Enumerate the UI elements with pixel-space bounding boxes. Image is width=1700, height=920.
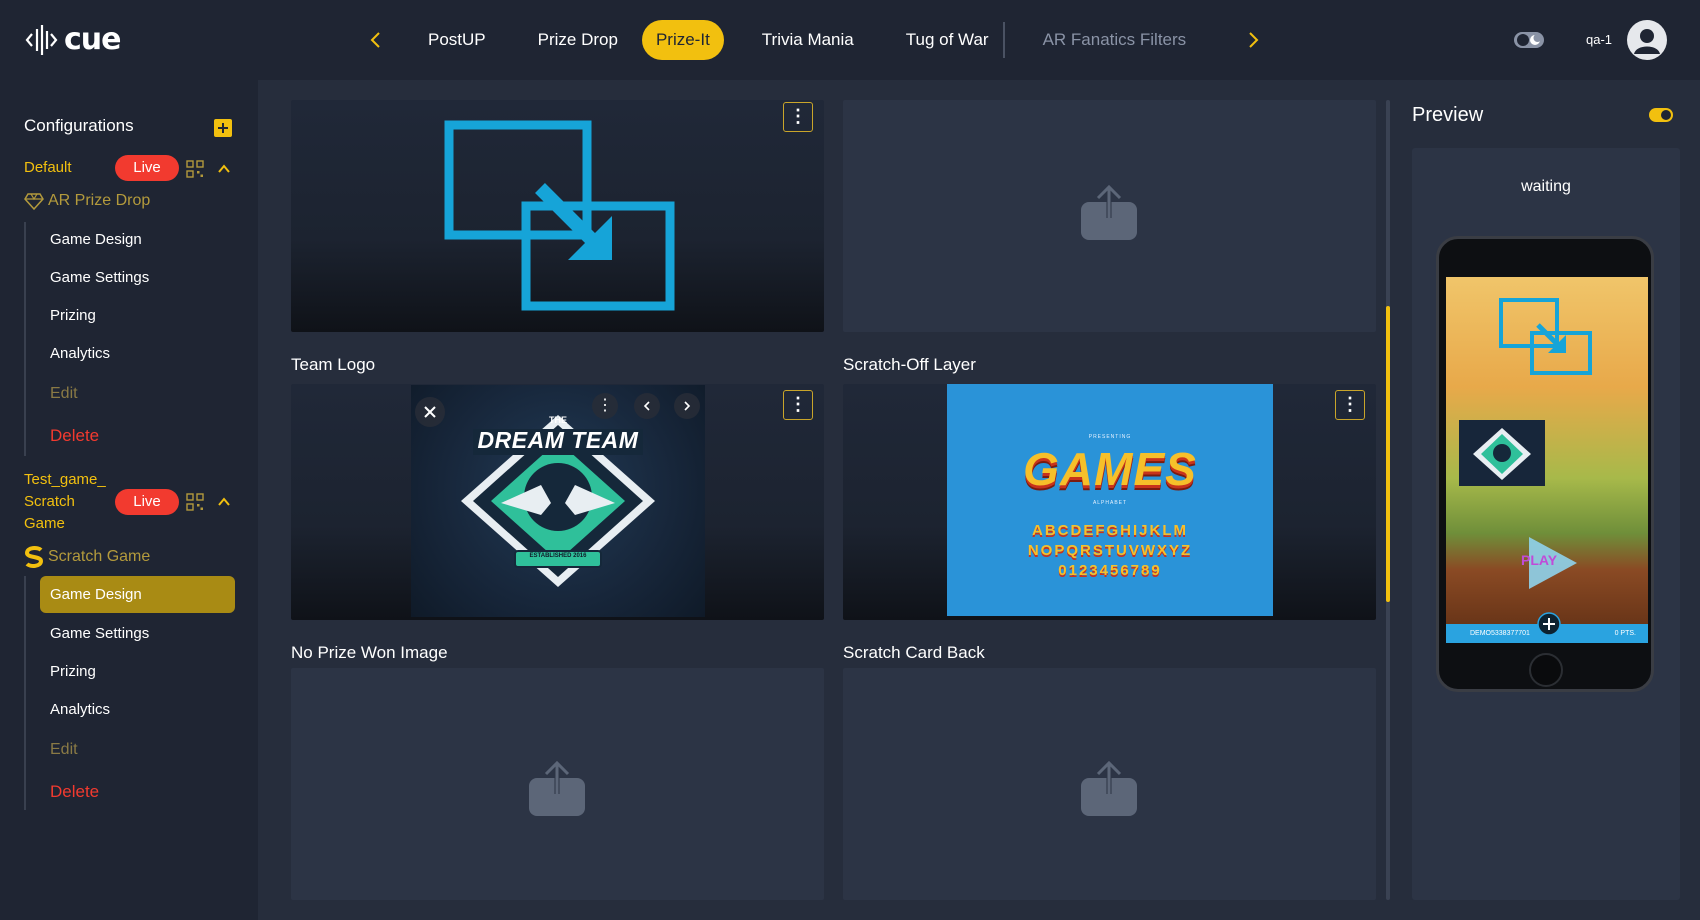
play-label: PLAY bbox=[1521, 552, 1558, 568]
nav-next-button[interactable] bbox=[1241, 26, 1265, 54]
preview-toggle[interactable] bbox=[1649, 108, 1673, 122]
image-options-kebab-icon[interactable]: ⋮ bbox=[592, 393, 618, 419]
preview-status: waiting bbox=[1521, 178, 1571, 195]
remove-image-button[interactable] bbox=[415, 397, 445, 427]
theme-toggle-icon[interactable] bbox=[1513, 30, 1545, 50]
cue-logo-icon bbox=[25, 24, 58, 55]
scratch-off-image[interactable]: PRESENTING GAMES ALPHABET ABCDEFGHIJKLM … bbox=[947, 384, 1273, 616]
diamond-icon bbox=[24, 193, 44, 210]
menu-delete[interactable]: Delete bbox=[50, 782, 99, 802]
menu-edit[interactable]: Edit bbox=[50, 385, 78, 403]
scratch-card-back-label: Scratch Card Back bbox=[843, 643, 985, 662]
chevron-left-icon bbox=[643, 401, 650, 411]
tab-prize-drop[interactable]: Prize Drop bbox=[524, 20, 632, 60]
qr-code-icon[interactable] bbox=[186, 493, 204, 511]
image-card-game-icon[interactable] bbox=[291, 100, 824, 332]
nav-prev-button[interactable] bbox=[364, 26, 388, 54]
games-top-text: PRESENTING bbox=[1088, 434, 1132, 440]
tab-divider bbox=[1002, 22, 1005, 58]
dream-team-emblem-small bbox=[1473, 428, 1531, 480]
games-sub-text: ALPHABET bbox=[1092, 500, 1128, 506]
plus-icon bbox=[218, 123, 228, 133]
image-prev-button[interactable] bbox=[634, 393, 660, 419]
menu-edit[interactable]: Edit bbox=[50, 741, 78, 759]
user-avatar-icon bbox=[1634, 29, 1660, 54]
menu-prizing[interactable]: Prizing bbox=[50, 307, 96, 324]
tree-line bbox=[24, 576, 26, 810]
preview-title: Preview bbox=[1412, 104, 1484, 126]
games-row-text: ABCDEFGHIJKLM bbox=[1032, 522, 1188, 539]
config-name-line: Test_game_ bbox=[24, 471, 106, 488]
add-configuration-button[interactable] bbox=[214, 119, 232, 137]
card-menu-kebab-icon[interactable]: ⋮ bbox=[783, 390, 813, 420]
logo-title-text: DREAM TEAM bbox=[477, 427, 639, 453]
games-row-text: NOPQRSTUVWXYZ bbox=[1027, 542, 1193, 559]
live-badge-scratch[interactable]: Live bbox=[115, 489, 179, 515]
upload-icon[interactable] bbox=[529, 760, 585, 816]
chevron-right-icon bbox=[1249, 32, 1259, 48]
config-name-line: Game bbox=[24, 515, 65, 532]
games-title-text: GAMES bbox=[1023, 443, 1197, 495]
config-name-line: Scratch bbox=[24, 493, 75, 510]
top-bar: cue PostUP Prize Drop Prize-It Trivia Ma… bbox=[0, 0, 1700, 80]
scratch-s-icon bbox=[24, 546, 44, 568]
game-type-label: Scratch Game bbox=[48, 548, 151, 565]
games-row-text: 0123456789 bbox=[1058, 562, 1162, 579]
menu-analytics[interactable]: Analytics bbox=[50, 701, 110, 718]
close-icon bbox=[424, 406, 436, 418]
game-type-label: AR Prize Drop bbox=[48, 192, 151, 209]
phone-home-button bbox=[1529, 653, 1563, 687]
expand-window-icon bbox=[1499, 298, 1592, 375]
no-prize-won-card[interactable] bbox=[291, 668, 824, 900]
user-avatar[interactable] bbox=[1627, 20, 1667, 60]
live-badge-default[interactable]: Live bbox=[115, 155, 179, 181]
phone-team-logo bbox=[1459, 420, 1545, 486]
chevron-right-icon bbox=[684, 401, 691, 411]
expand-window-icon bbox=[444, 120, 675, 311]
tab-prize-it[interactable]: Prize-It bbox=[641, 20, 724, 60]
menu-game-settings[interactable]: Game Settings bbox=[50, 269, 149, 286]
tree-line bbox=[24, 222, 26, 456]
menu-delete[interactable]: Delete bbox=[50, 426, 99, 446]
scratch-card-back-card[interactable] bbox=[843, 668, 1376, 900]
upload-icon[interactable] bbox=[1081, 184, 1137, 240]
config-name-default[interactable]: Default bbox=[24, 157, 72, 179]
card-menu-kebab-icon[interactable]: ⋮ bbox=[1335, 390, 1365, 420]
logo-banner-text: ESTABLISHED 2016 bbox=[529, 553, 587, 559]
tab-tug-of-war[interactable]: Tug of War bbox=[892, 20, 1003, 60]
add-circle-icon[interactable] bbox=[1537, 612, 1561, 636]
image-card-empty[interactable] bbox=[843, 100, 1376, 332]
brand-name: cue bbox=[64, 22, 121, 57]
menu-game-settings[interactable]: Game Settings bbox=[50, 625, 149, 642]
no-prize-won-label: No Prize Won Image bbox=[291, 643, 448, 662]
menu-analytics[interactable]: Analytics bbox=[50, 345, 110, 362]
menu-game-design[interactable]: Game Design bbox=[50, 231, 142, 248]
logo-small-text: THE bbox=[549, 415, 567, 425]
user-name: qa-1 bbox=[1586, 32, 1613, 47]
menu-prizing[interactable]: Prizing bbox=[50, 663, 96, 680]
game-tabs: PostUP Prize Drop Prize-It Trivia Mania … bbox=[414, 20, 1224, 60]
game-type-scratch-game: Scratch Game bbox=[24, 546, 150, 568]
chevron-left-icon bbox=[370, 32, 380, 48]
menu-game-design-active[interactable]: Game Design bbox=[40, 576, 235, 613]
tab-trivia-mania[interactable]: Trivia Mania bbox=[748, 20, 868, 60]
phone-bar-id: DEMO5338377701 bbox=[1470, 630, 1530, 637]
game-type-ar-prize-drop: AR Prize Drop bbox=[24, 192, 150, 210]
team-logo-label: Team Logo bbox=[291, 355, 376, 374]
card-menu-kebab-icon[interactable]: ⋮ bbox=[783, 102, 813, 132]
phone-bar-points: 0 PTS. bbox=[1614, 630, 1636, 637]
brand-logo[interactable]: cue bbox=[24, 22, 121, 57]
collapse-chevron-up-icon[interactable] bbox=[216, 161, 232, 177]
tab-ar-fanatics-filters[interactable]: AR Fanatics Filters bbox=[1029, 20, 1201, 60]
tab-postup[interactable]: PostUP bbox=[414, 20, 500, 60]
configurations-title: Configurations bbox=[24, 116, 134, 135]
team-logo-image[interactable]: THE DREAM TEAM ESTABLISHED 2016 ⋮ bbox=[411, 385, 705, 617]
upload-icon[interactable] bbox=[1081, 760, 1137, 816]
collapse-chevron-up-icon[interactable] bbox=[216, 494, 232, 510]
config-name-test-game-scratch[interactable]: Test_game_ Scratch Game bbox=[24, 469, 106, 535]
scratch-off-layer-label: Scratch-Off Layer bbox=[843, 355, 976, 374]
qr-code-icon[interactable] bbox=[186, 160, 204, 178]
image-next-button[interactable] bbox=[674, 393, 700, 419]
